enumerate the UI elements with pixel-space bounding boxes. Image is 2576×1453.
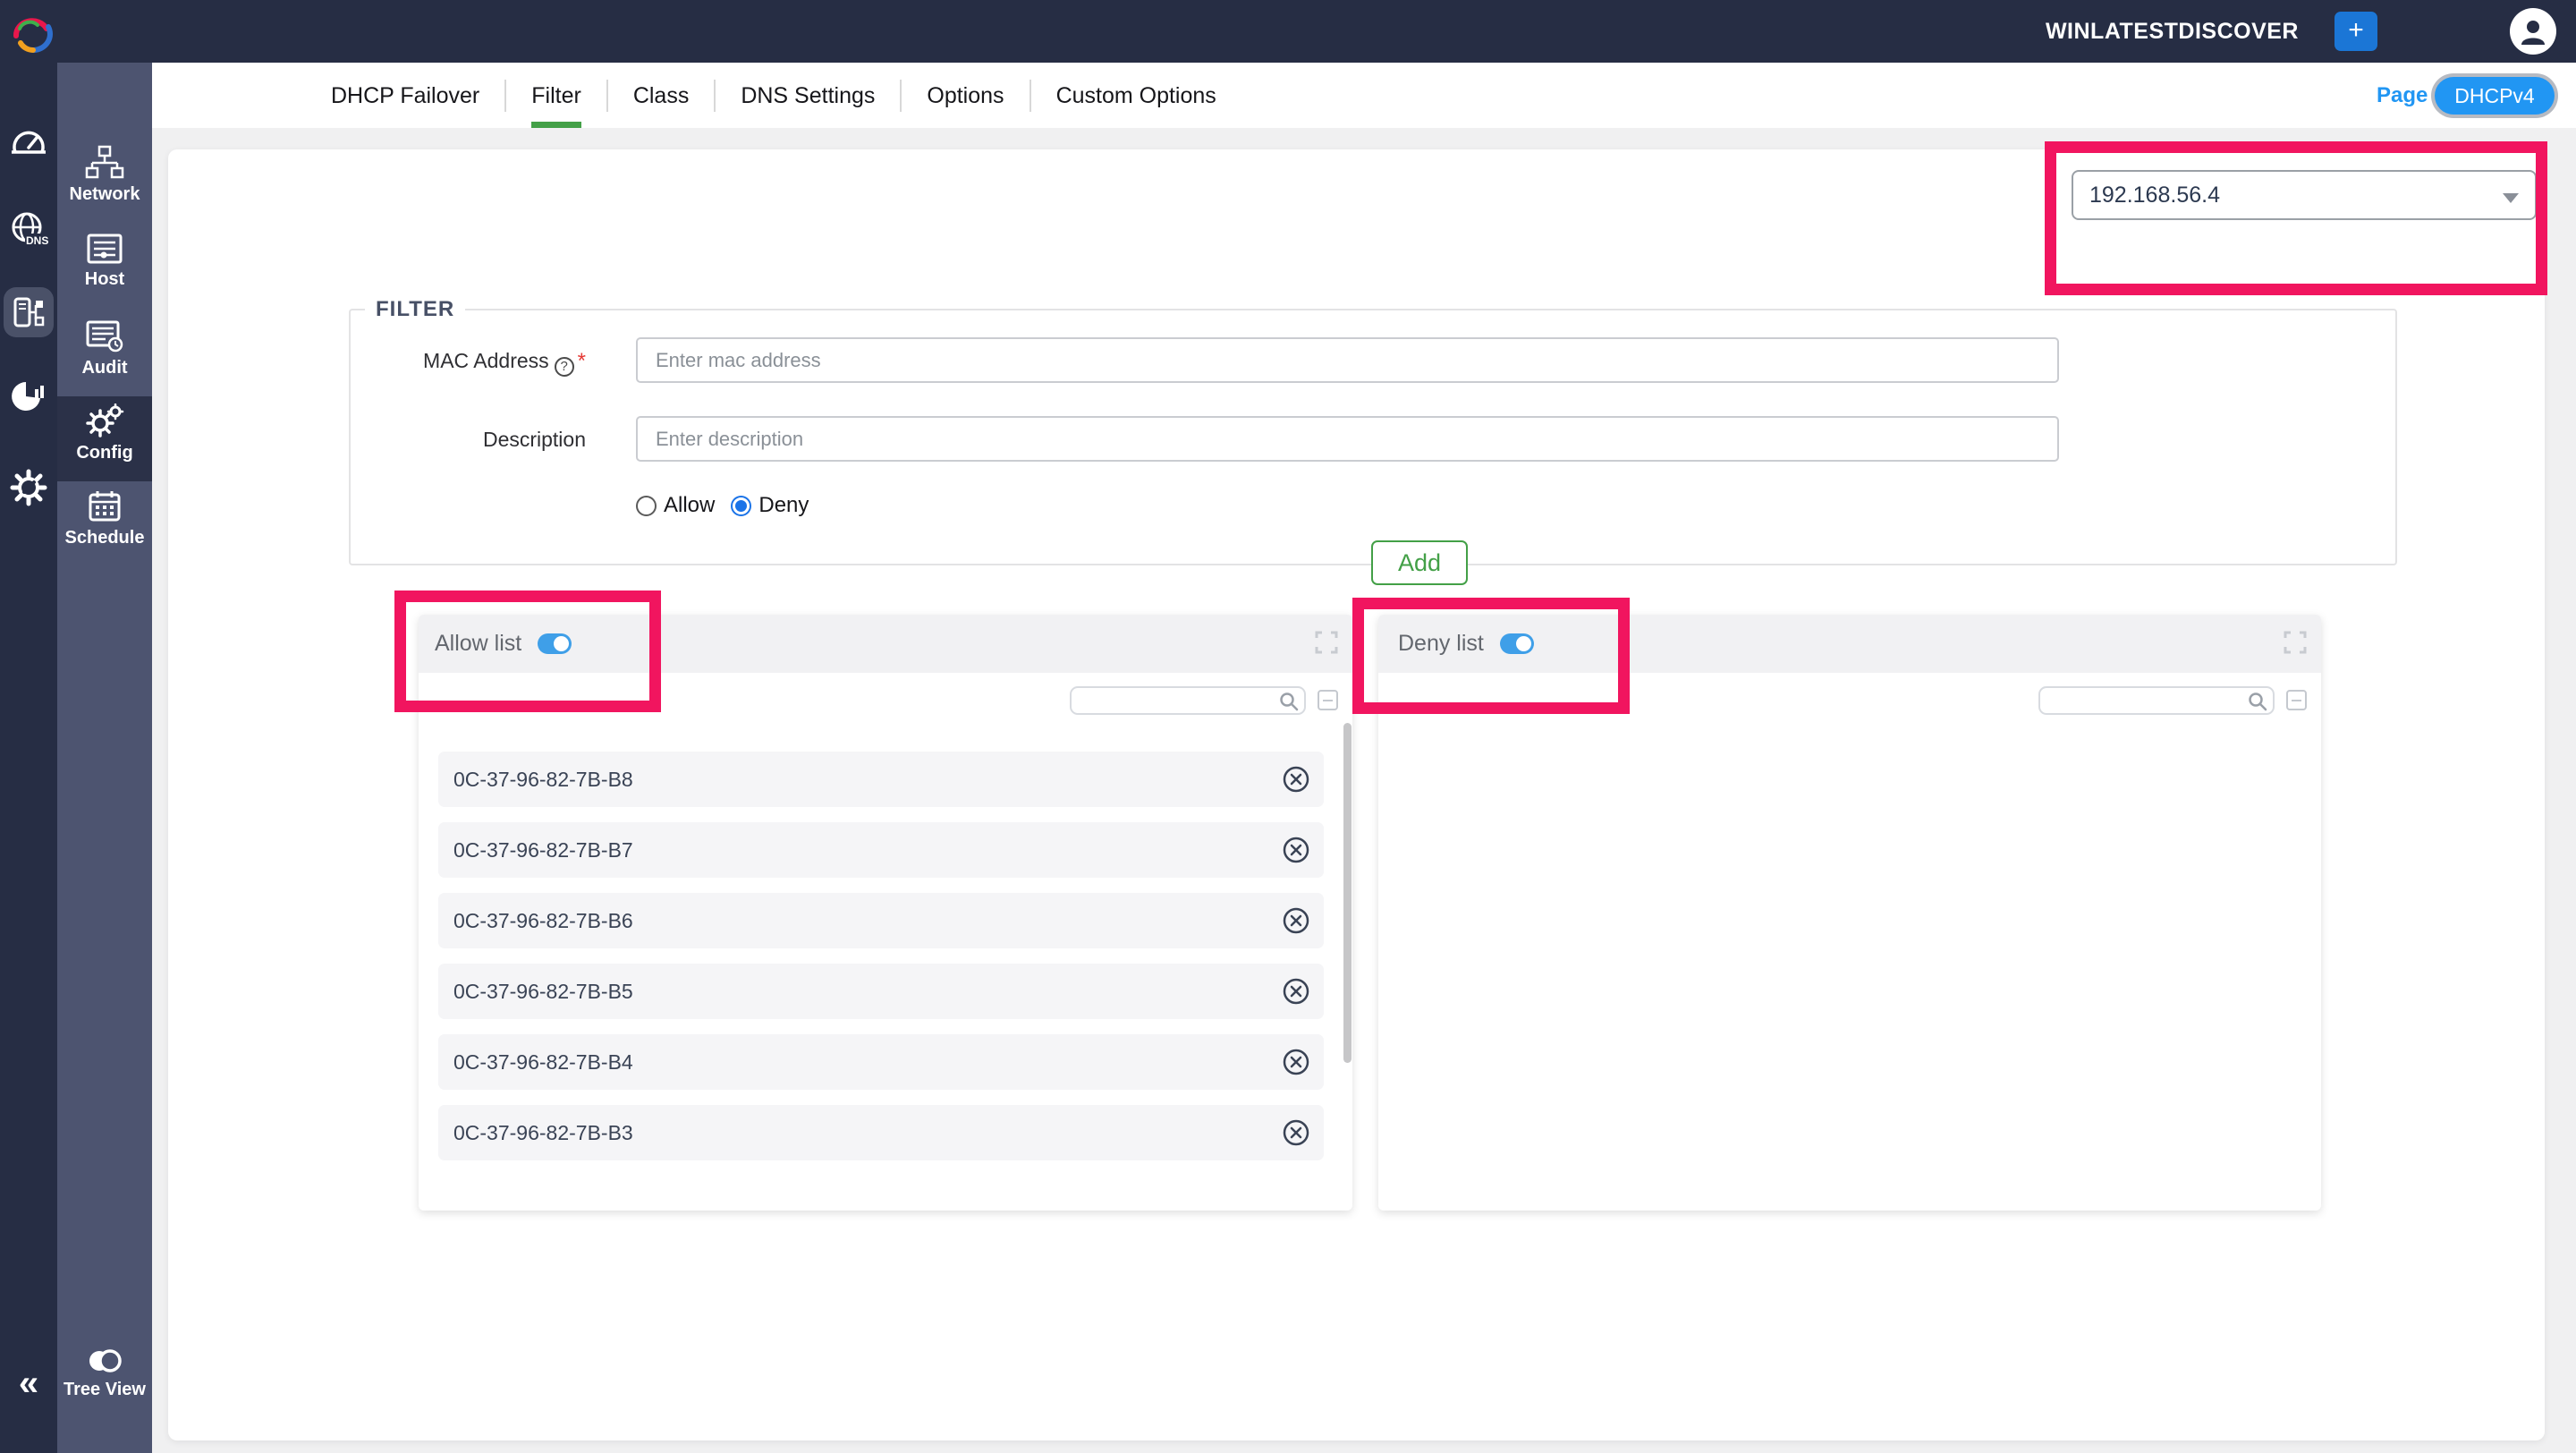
dhcp-server-icon (11, 294, 47, 330)
tab-class[interactable]: Class (608, 80, 716, 112)
sidebar-item-config[interactable]: Config (57, 396, 152, 481)
allow-list-item: 0C-37-96-82-7B-B4 (438, 1034, 1324, 1090)
user-avatar[interactable] (2510, 8, 2556, 55)
tab-filter[interactable]: Filter (506, 80, 608, 112)
add-server-button[interactable]: + (2334, 12, 2377, 51)
reports-pie-icon[interactable] (10, 378, 47, 414)
config-tabbar: DHCP Failover Filter Class DNS Settings … (152, 63, 2576, 128)
allow-list-rows: 0C-37-96-82-7B-B8 0C-37-96-82-7B-B7 (438, 752, 1324, 1176)
tree-view-icon (83, 1347, 126, 1374)
mac-address-value: 0C-37-96-82-7B-B8 (453, 768, 633, 792)
sidebar-item-tree-view[interactable]: Tree View (57, 1340, 152, 1425)
icon-rail: DNS (0, 0, 57, 1453)
protocol-badge[interactable]: DHCPv4 (2431, 73, 2558, 118)
network-icon (85, 145, 124, 179)
dns-globe-icon[interactable]: DNS (9, 210, 48, 248)
expand-icon[interactable] (2284, 631, 2307, 654)
allow-radio-label: Allow (664, 493, 715, 518)
allow-list-item: 0C-37-96-82-7B-B7 (438, 822, 1324, 878)
allow-radio[interactable] (636, 496, 657, 516)
schedule-calendar-icon (88, 490, 122, 523)
remove-item-icon[interactable] (1282, 836, 1310, 864)
deny-list-title: Deny list (1398, 631, 1484, 657)
tab-dns-settings[interactable]: DNS Settings (716, 80, 902, 112)
deny-list-header: Deny list (1378, 615, 2321, 673)
sidebar-item-host[interactable]: Host (57, 226, 152, 311)
server-select-dropdown[interactable]: 192.168.56.4 (2072, 170, 2537, 220)
tab-options[interactable]: Options (902, 80, 1030, 112)
allow-list-item: 0C-37-96-82-7B-B5 (438, 964, 1324, 1019)
settings-wrench-icon[interactable] (10, 469, 47, 506)
allow-list-search (1070, 686, 1306, 715)
sidebar-item-schedule[interactable]: Schedule (57, 483, 152, 568)
allow-search-input[interactable] (1079, 688, 1271, 713)
search-icon (2248, 692, 2267, 711)
dhcp-rail-item-active[interactable] (4, 287, 54, 337)
description-label: Description (349, 428, 586, 452)
chevron-down-icon (2503, 193, 2519, 203)
collapse-all-icon[interactable] (2286, 690, 2307, 710)
expand-icon[interactable] (1315, 631, 1338, 654)
allow-list-scrollbar[interactable] (1343, 723, 1352, 1063)
mac-address-value: 0C-37-96-82-7B-B4 (453, 1050, 633, 1075)
remove-item-icon[interactable] (1282, 1118, 1310, 1147)
server-name-title: WINLATESTDISCOVER (2046, 0, 2299, 63)
svg-text:DNS: DNS (26, 234, 48, 247)
deny-radio-label: Deny (758, 493, 809, 518)
allow-deny-radio-group: Allow Deny (636, 493, 825, 518)
deny-list-panel: Deny list (1378, 615, 2321, 1211)
required-asterisk: * (578, 349, 586, 373)
deny-list-search (2038, 686, 2275, 715)
dashboard-gauge-icon[interactable] (10, 123, 47, 159)
deny-radio[interactable] (731, 496, 751, 516)
help-icon[interactable]: ? (555, 357, 574, 377)
filter-legend: FILTER (365, 297, 465, 322)
collapse-sidebar-button[interactable]: « (0, 1364, 57, 1403)
tabs: DHCP Failover Filter Class DNS Settings … (331, 63, 1241, 128)
mac-address-input[interactable] (636, 337, 2059, 383)
allow-list-panel: Allow list 0C-37-96-82-7B-B8 (419, 615, 1352, 1211)
remove-item-icon[interactable] (1282, 1048, 1310, 1076)
add-button[interactable]: Add (1371, 540, 1468, 585)
mac-address-value: 0C-37-96-82-7B-B3 (453, 1121, 633, 1145)
mac-address-label: MAC Address?* (349, 349, 586, 377)
allow-list-item: 0C-37-96-82-7B-B8 (438, 752, 1324, 807)
sidebar: Network Host Audit (57, 63, 152, 1453)
host-icon (86, 234, 123, 264)
app-logo (7, 5, 57, 57)
tab-dhcp-failover[interactable]: DHCP Failover (331, 80, 506, 112)
mac-address-value: 0C-37-96-82-7B-B5 (453, 980, 633, 1004)
deny-list-toggle[interactable] (1500, 633, 1534, 654)
topbar: WINLATESTDISCOVER + (0, 0, 2576, 63)
tab-custom-options[interactable]: Custom Options (1031, 80, 1241, 112)
allow-list-header: Allow list (419, 615, 1352, 673)
config-gears-icon (85, 404, 124, 438)
mac-address-value: 0C-37-96-82-7B-B6 (453, 909, 633, 933)
description-input[interactable] (636, 416, 2059, 462)
sidebar-item-network[interactable]: Network (57, 138, 152, 223)
allow-list-toggle[interactable] (538, 633, 572, 654)
person-icon (2518, 16, 2548, 47)
allow-list-item: 0C-37-96-82-7B-B3 (438, 1105, 1324, 1160)
allow-list-title: Allow list (435, 631, 521, 657)
sidebar-item-audit[interactable]: Audit (57, 313, 152, 396)
remove-item-icon[interactable] (1282, 977, 1310, 1006)
allow-list-item: 0C-37-96-82-7B-B6 (438, 893, 1324, 948)
search-icon (1279, 692, 1299, 711)
audit-icon (86, 320, 123, 353)
collapse-all-icon[interactable] (1318, 690, 1338, 710)
mac-address-value: 0C-37-96-82-7B-B7 (453, 838, 633, 862)
remove-item-icon[interactable] (1282, 906, 1310, 935)
dhcp-console-app: WINLATESTDISCOVER + DNS (0, 0, 2576, 1453)
deny-search-input[interactable] (2047, 688, 2240, 713)
remove-item-icon[interactable] (1282, 765, 1310, 794)
